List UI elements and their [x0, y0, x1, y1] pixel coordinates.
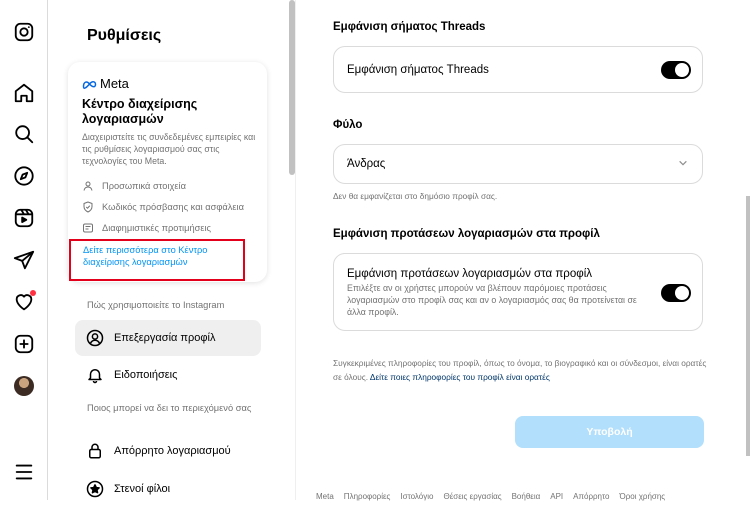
lock-icon [89, 443, 101, 459]
bell-icon [88, 369, 102, 384]
meta-brand-text: Meta [100, 76, 129, 91]
personal-details-label: Προσωπικά στοιχεία [102, 181, 186, 191]
accounts-center-link[interactable]: Δείτε περισσότερα στο Κέντρο διαχείρισης… [83, 244, 243, 268]
ad-preferences-label: Διαφημιστικές προτιμήσεις [102, 223, 212, 233]
gender-hint: Δεν θα εμφανίζεται στο δημόσιο προφίλ σα… [333, 191, 498, 201]
section-who-can-see: Ποιος μπορεί να δει το περιεχόμενό σας [87, 403, 252, 413]
accounts-center-heading: Κέντρο διαχείρισης λογαριασμών [82, 97, 198, 126]
ad-preferences-item[interactable]: Διαφημιστικές προτιμήσεις [82, 222, 211, 234]
notifications-heart-icon[interactable] [12, 290, 36, 314]
nav-account-privacy-label: Απόρρητο λογαριασμού [114, 445, 231, 457]
meta-infinity-icon [82, 80, 97, 89]
account-suggestions-description: Επιλέξτε αν οι χρήστες μπορούν να βλέπου… [347, 283, 637, 317]
accounts-center-description: Διαχειριστείτε τις συνδεδεμένες εμπειρίε… [82, 132, 256, 166]
nav-notifications[interactable]: Ειδοποιήσεις [75, 357, 261, 393]
avatar [14, 376, 34, 396]
nav-rail [0, 0, 48, 500]
password-security-label: Κωδικός πρόσβασης και ασφάλεια [102, 202, 244, 212]
threads-badge-heading: Εμφάνιση σήματος Threads [333, 21, 486, 33]
home-icon[interactable] [12, 81, 36, 105]
submit-button[interactable]: Υποβολή [515, 416, 704, 448]
nav-account-privacy[interactable]: Απόρρητο λογαριασμού [75, 433, 261, 469]
gender-value: Άνδρας [347, 158, 386, 170]
account-suggestions-label: Εμφάνιση προτάσεων λογαριασμών στα προφί… [347, 268, 592, 280]
profile-avatar[interactable] [12, 374, 36, 398]
settings-title: Ρυθμίσεις [87, 27, 162, 44]
chevron-down-icon [679, 160, 687, 166]
explore-icon[interactable] [12, 164, 36, 188]
ad-preferences-icon [83, 223, 93, 233]
more-menu-icon[interactable] [12, 460, 36, 484]
gender-heading: Φύλο [333, 119, 363, 131]
section-how-you-use: Πώς χρησιμοποιείτε το Instagram [87, 300, 225, 310]
profile-info-link[interactable]: Δείτε ποιες πληροφορίες του προφίλ είναι… [370, 372, 550, 382]
nav-close-friends[interactable]: Στενοί φίλοι [75, 471, 261, 507]
account-suggestions-heading: Εμφάνιση προτάσεων λογαριασμών στα προφί… [333, 228, 600, 240]
meta-logo: Meta [82, 76, 129, 91]
shield-icon [83, 201, 93, 213]
nav-edit-profile[interactable]: Επεξεργασία προφίλ [75, 320, 261, 356]
main-scrollbar[interactable] [746, 196, 750, 456]
profile-circle-icon [86, 329, 104, 347]
threads-badge-toggle[interactable] [661, 61, 691, 79]
star-circle-icon [86, 480, 104, 498]
edit-profile-main: Εμφάνιση σήματος Threads Εμφάνιση σήματο… [296, 0, 750, 501]
personal-details-item[interactable]: Προσωπικά στοιχεία [82, 180, 186, 192]
settings-scrollbar[interactable] [289, 0, 295, 175]
account-suggestions-toggle[interactable] [661, 284, 691, 302]
nav-close-friends-label: Στενοί φίλοι [114, 483, 171, 495]
notification-dot [30, 290, 36, 296]
create-icon[interactable] [12, 332, 36, 356]
nav-edit-profile-label: Επεξεργασία προφίλ [114, 332, 216, 344]
profile-info-note: Συγκεκριμένες πληροφορίες του προφίλ, όπ… [333, 356, 708, 384]
threads-badge-label: Εμφάνιση σήματος Threads [347, 64, 489, 76]
user-icon [83, 181, 93, 191]
nav-notifications-label: Ειδοποιήσεις [114, 369, 178, 381]
threads-badge-row: Εμφάνιση σήματος Threads [333, 46, 703, 93]
reels-icon[interactable] [12, 206, 36, 230]
account-suggestions-row: Εμφάνιση προτάσεων λογαριασμών στα προφί… [333, 253, 703, 331]
search-icon[interactable] [12, 122, 36, 146]
gender-select[interactable]: Άνδρας [333, 144, 703, 184]
password-security-item[interactable]: Κωδικός πρόσβασης και ασφάλεια [82, 201, 244, 213]
messages-icon[interactable] [12, 248, 36, 272]
instagram-logo-icon[interactable] [12, 20, 36, 44]
